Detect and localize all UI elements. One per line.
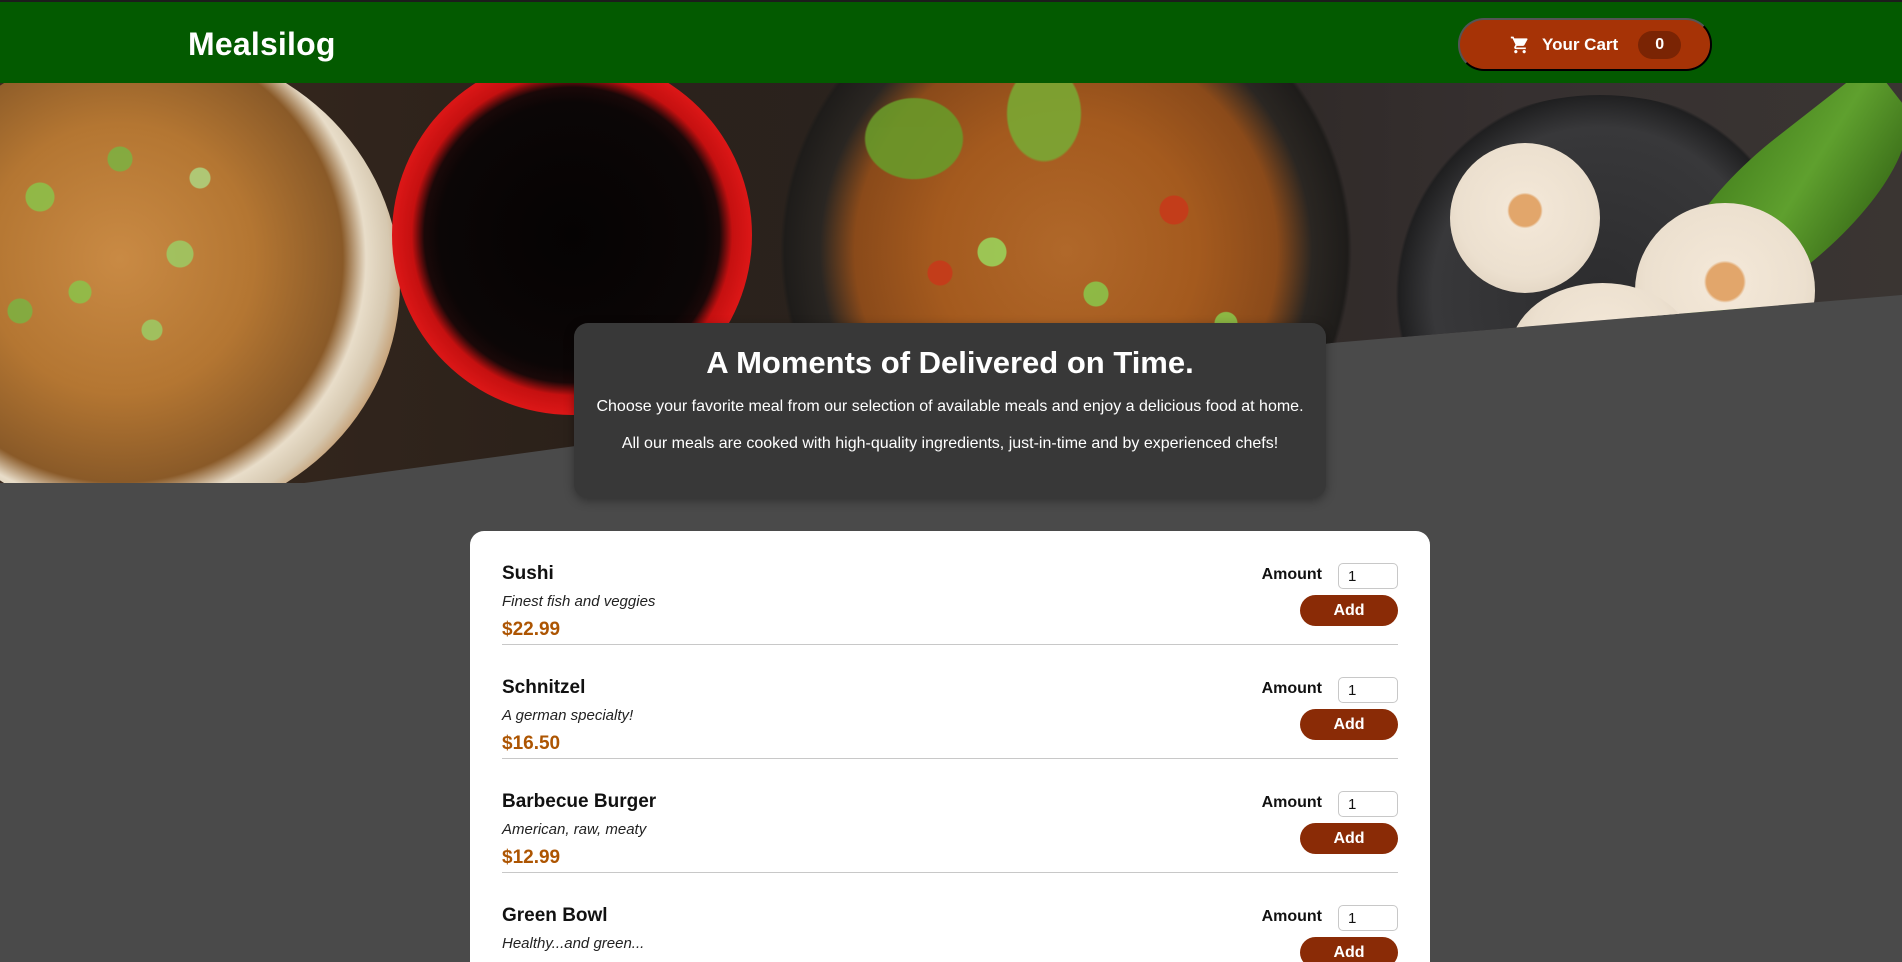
amount-input[interactable] [1338, 905, 1398, 931]
meal-item: Barbecue Burger American, raw, meaty $12… [502, 759, 1398, 873]
summary-card: A Moments of Delivered on Time. Choose y… [574, 323, 1326, 498]
summary-paragraph: All our meals are cooked with high-quali… [621, 435, 1279, 452]
meal-description: Finest fish and veggies [502, 593, 656, 610]
meal-item: Green Bowl Healthy...and green... Amount… [502, 873, 1398, 962]
add-to-cart-button[interactable]: Add [1300, 823, 1398, 854]
dumpling-image [1510, 283, 1695, 423]
shopping-cart-icon [1510, 35, 1530, 55]
dumpling-image [1450, 143, 1600, 293]
meal-description: American, raw, meaty [502, 821, 647, 838]
meals-list: Sushi Finest fish and veggies $22.99 Amo… [470, 531, 1430, 962]
meal-item: Sushi Finest fish and veggies $22.99 Amo… [502, 531, 1398, 645]
amount-input[interactable] [1338, 677, 1398, 703]
amount-label: Amount [1261, 680, 1322, 697]
meal-description: Healthy...and green... [502, 935, 645, 952]
meal-price: $16.50 [502, 733, 561, 754]
app-logo: Mealsilog [188, 26, 336, 62]
amount-input[interactable] [1338, 563, 1398, 589]
meal-item: Schnitzel A german specialty! $16.50 Amo… [502, 645, 1398, 759]
meal-name: Schnitzel [502, 677, 586, 698]
cart-count-badge: 0 [1638, 30, 1682, 59]
amount-label: Amount [1261, 794, 1322, 811]
cart-label: Your Cart [1542, 34, 1619, 54]
meal-name: Green Bowl [502, 905, 608, 926]
amount-label: Amount [1261, 566, 1322, 583]
add-to-cart-button[interactable]: Add [1300, 595, 1398, 626]
meal-name: Barbecue Burger [502, 791, 657, 812]
summary-paragraph: Choose your favorite meal from our selec… [596, 398, 1304, 415]
cart-button[interactable]: Your Cart 0 [1458, 18, 1712, 71]
amount-label: Amount [1261, 908, 1322, 925]
add-to-cart-button[interactable]: Add [1300, 709, 1398, 740]
dumpling-image [1635, 203, 1815, 378]
add-to-cart-button[interactable]: Add [1300, 937, 1398, 962]
app-header: Mealsilog Your Cart 0 [0, 0, 1902, 83]
summary-title: A Moments of Delivered on Time. [706, 345, 1194, 380]
amount-input[interactable] [1338, 791, 1398, 817]
dumpling-image [1380, 343, 1500, 443]
meal-price: $12.99 [502, 847, 561, 868]
meal-name: Sushi [502, 563, 554, 584]
meal-description: A german specialty! [502, 707, 634, 724]
meal-price: $22.99 [502, 619, 561, 640]
